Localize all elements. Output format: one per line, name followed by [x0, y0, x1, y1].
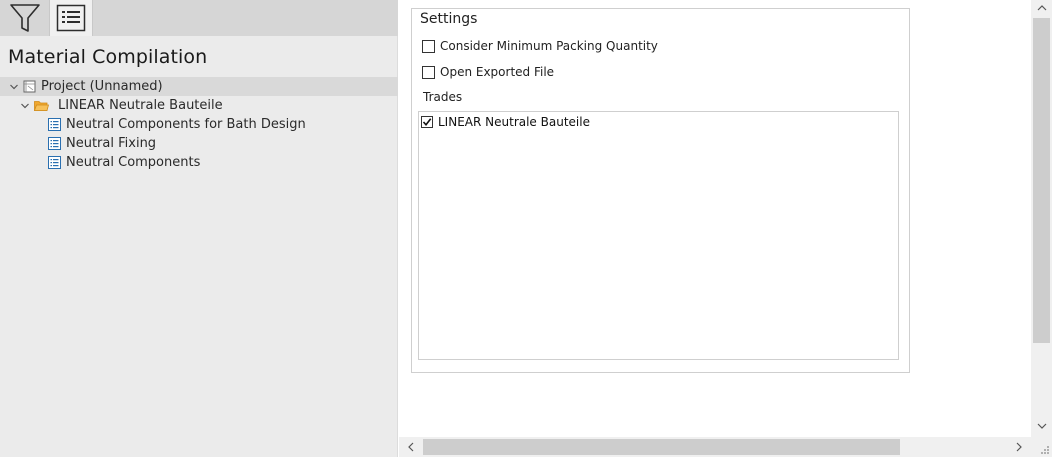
list-icon: [47, 118, 61, 132]
scroll-right-icon[interactable]: [1011, 439, 1027, 455]
list-icon: [47, 137, 61, 151]
scroll-down-icon[interactable]: [1034, 418, 1050, 434]
chevron-down-icon[interactable]: [19, 100, 31, 112]
scroll-up-icon[interactable]: [1034, 0, 1050, 16]
material-compilation-panel: Material Compilation Project (Unnamed) L…: [0, 0, 398, 457]
open-exported-option[interactable]: Open Exported File: [422, 64, 554, 80]
settings-heading: Settings: [420, 11, 478, 27]
list-view-icon: [56, 4, 86, 32]
page-title: Material Compilation: [8, 46, 208, 68]
trade-checkbox[interactable]: [421, 116, 433, 128]
vertical-scroll-thumb[interactable]: [1033, 18, 1050, 343]
open-exported-checkbox[interactable]: [422, 65, 435, 79]
resize-grip-icon: [1041, 446, 1049, 454]
vertical-scrollbar[interactable]: [1031, 0, 1052, 437]
panel-toolbar: [0, 0, 398, 36]
scroll-left-icon[interactable]: [403, 439, 419, 455]
tree-item-list[interactable]: Neutral Components: [0, 153, 398, 172]
trades-heading: Trades: [423, 90, 463, 104]
folder-icon: [34, 99, 49, 113]
tree-item-list[interactable]: Neutral Fixing: [0, 134, 398, 153]
list-view-button[interactable]: [49, 0, 93, 36]
tree-item-list[interactable]: Neutral Components for Bath Design: [0, 115, 398, 134]
tree-item-trade[interactable]: LINEAR Neutrale Bauteile: [0, 96, 398, 115]
filter-icon: [10, 4, 40, 32]
horizontal-scroll-thumb[interactable]: [423, 439, 900, 455]
min-packing-label: Consider Minimum Packing Quantity: [440, 39, 658, 53]
min-packing-checkbox[interactable]: [422, 39, 435, 53]
resize-grip[interactable]: [1031, 437, 1052, 457]
tree-item-label: Project (Unnamed): [41, 79, 163, 94]
tree-item-label: Neutral Fixing: [66, 136, 157, 151]
min-packing-option[interactable]: Consider Minimum Packing Quantity: [422, 38, 658, 54]
horizontal-scrollbar[interactable]: [399, 437, 1031, 457]
tree-item-label: Neutral Components: [66, 155, 201, 170]
list-icon: [47, 156, 61, 170]
tree-item-label: LINEAR Neutrale Bauteile: [58, 98, 223, 113]
trade-item[interactable]: LINEAR Neutrale Bauteile: [421, 114, 590, 130]
trade-label: LINEAR Neutrale Bauteile: [438, 115, 590, 129]
open-exported-label: Open Exported File: [440, 65, 555, 79]
filter-button[interactable]: [3, 0, 47, 36]
checkmark-icon: [422, 118, 432, 127]
project-icon: [22, 80, 36, 94]
chevron-down-icon[interactable]: [8, 81, 20, 93]
tree-item-label: Neutral Components for Bath Design: [66, 117, 306, 132]
trades-list[interactable]: LINEAR Neutrale Bauteile: [418, 111, 899, 360]
tree-item-project[interactable]: Project (Unnamed): [0, 77, 398, 96]
